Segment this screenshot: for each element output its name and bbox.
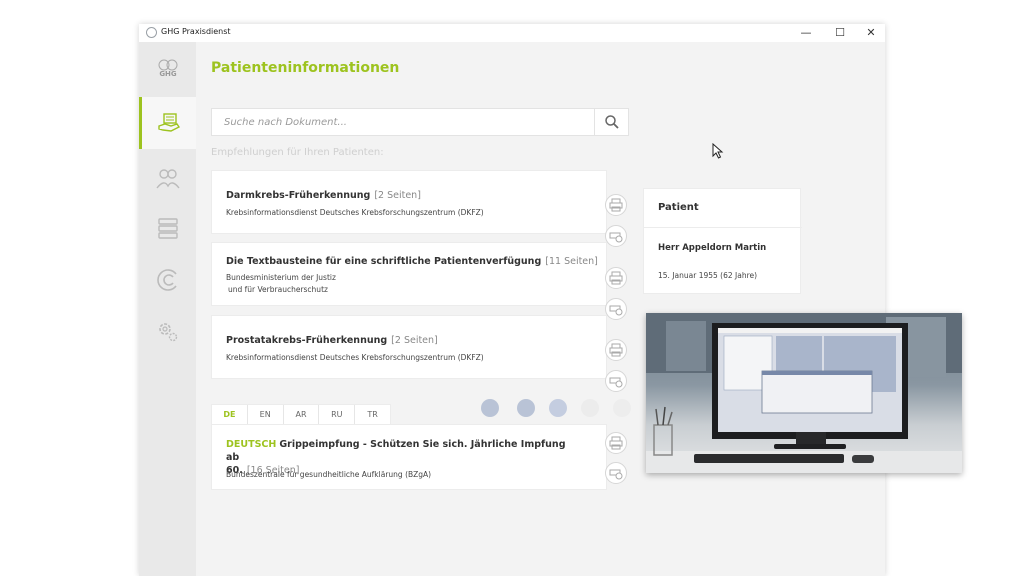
tab-ar[interactable]: AR (284, 405, 320, 424)
carousel-dot[interactable] (549, 399, 567, 417)
document-title: Die Textbausteine für eine schriftliche … (226, 256, 542, 267)
tab-de[interactable]: DE (212, 405, 248, 424)
close-button[interactable]: ✕ (856, 25, 886, 41)
carousel-dot[interactable] (481, 399, 499, 417)
page-title: Patienteninformationen (211, 60, 400, 76)
search-input[interactable] (212, 109, 594, 135)
patient-heading: Patient (658, 202, 699, 213)
document-language: DEUTSCH (226, 439, 277, 450)
patient-dob: 15. Januar 1955 (62 Jahre) (658, 271, 758, 280)
patient-card: Patient Herr Appeldorn Martin 15. Januar… (643, 188, 802, 294)
search-button[interactable] (594, 109, 628, 135)
printer-gear-icon (609, 469, 623, 480)
search-icon (604, 115, 619, 129)
search-box (211, 108, 629, 136)
document-source: Bundeszentrale für gesundheitliche Aufkl… (226, 470, 432, 479)
document-card[interactable]: DEUTSCH Grippeimpfung - Schützen Sie sich… (211, 424, 607, 490)
print-button[interactable] (605, 432, 627, 454)
printer-gear-icon (609, 305, 623, 316)
document-title-line: Darmkrebs-Früherkennung [2 Seiten] (226, 190, 421, 201)
print-button[interactable] (605, 339, 627, 361)
sidebar-item-settings[interactable] (139, 306, 196, 358)
gear-icon (158, 323, 177, 342)
document-source-line: und für Verbraucherschutz (228, 285, 328, 294)
circle-swirl-icon (156, 269, 177, 291)
print-options-button[interactable] (605, 462, 627, 484)
document-source: Krebsinformationsdienst Deutsches Krebsf… (226, 208, 484, 217)
document-card[interactable]: Die Textbausteine für eine schriftliche … (211, 242, 607, 306)
carousel-dot[interactable] (517, 399, 535, 417)
printer-icon (609, 436, 623, 450)
document-source: Krebsinformationsdienst Deutsches Krebsf… (226, 353, 484, 362)
window-title: GHG Praxisdienst (161, 27, 231, 36)
maximize-button[interactable]: ☐ (825, 25, 855, 41)
document-title: Grippeimpfung - Schützen Sie sich. Jährl… (226, 439, 566, 463)
sidebar-item-documents[interactable] (139, 97, 196, 149)
tab-en[interactable]: EN (248, 405, 284, 424)
document-source: Bundesministerium der Justiz und für Ver… (226, 272, 336, 296)
patient-name: Herr Appeldorn Martin (658, 243, 767, 253)
document-source-line: Bundesministerium der Justiz (226, 273, 336, 282)
print-options-button[interactable] (605, 298, 627, 320)
print-button[interactable] (605, 194, 627, 216)
tab-tr[interactable]: TR (355, 405, 390, 424)
document-title: Prostatakrebs-Früherkennung (226, 335, 388, 346)
print-options-button[interactable] (605, 370, 627, 392)
carousel-dot[interactable] (581, 399, 599, 417)
minimize-button[interactable]: — (791, 25, 821, 41)
document-title-line: Die Textbausteine für eine schriftliche … (226, 256, 598, 267)
document-card[interactable]: Prostatakrebs-Früherkennung [2 Seiten] Kr… (211, 315, 607, 379)
printer-icon (609, 343, 623, 357)
monitor-image (646, 313, 962, 473)
sidebar-item-patients[interactable] (139, 152, 196, 204)
database-icon (157, 218, 178, 239)
ghg-logo: GHG (153, 58, 183, 84)
app-logo-icon (146, 27, 157, 38)
document-title-line: Prostatakrebs-Früherkennung [2 Seiten] (226, 335, 438, 346)
language-tabs: DE EN AR RU TR (211, 404, 391, 424)
sidebar-item-service[interactable] (139, 254, 196, 306)
printer-icon (609, 198, 623, 212)
app-window: GHG Praxisdienst — ☐ ✕ GHG Patienteninfo… (139, 24, 885, 576)
print-options-button[interactable] (605, 225, 627, 247)
printer-icon (609, 271, 623, 285)
tab-ru[interactable]: RU (319, 405, 356, 424)
document-pages: [2 Seiten] (391, 335, 438, 346)
document-title: Darmkrebs-Früherkennung (226, 190, 371, 201)
mouse-cursor-icon (712, 143, 724, 159)
people-icon (155, 169, 180, 189)
document-pages: [2 Seiten] (374, 190, 421, 201)
document-pages: [11 Seiten] (545, 256, 598, 267)
carousel-dot[interactable] (613, 399, 631, 417)
documents-hand-icon (158, 113, 181, 132)
main-content: Patienteninformationen Empfehlungen für … (196, 42, 885, 576)
printer-gear-icon (609, 377, 623, 388)
printer-gear-icon (609, 232, 623, 243)
document-card[interactable]: Darmkrebs-Früherkennung [2 Seiten] Krebsi… (211, 170, 607, 234)
recommendations-label: Empfehlungen für Ihren Patienten: (211, 147, 384, 158)
title-bar: GHG Praxisdienst — ☐ ✕ (139, 24, 885, 42)
monitor-photo (646, 313, 962, 473)
ghg-logo-icon (158, 59, 178, 71)
sidebar: GHG (139, 42, 196, 576)
divider (644, 227, 802, 228)
print-button[interactable] (605, 267, 627, 289)
sidebar-item-database[interactable] (139, 202, 196, 254)
